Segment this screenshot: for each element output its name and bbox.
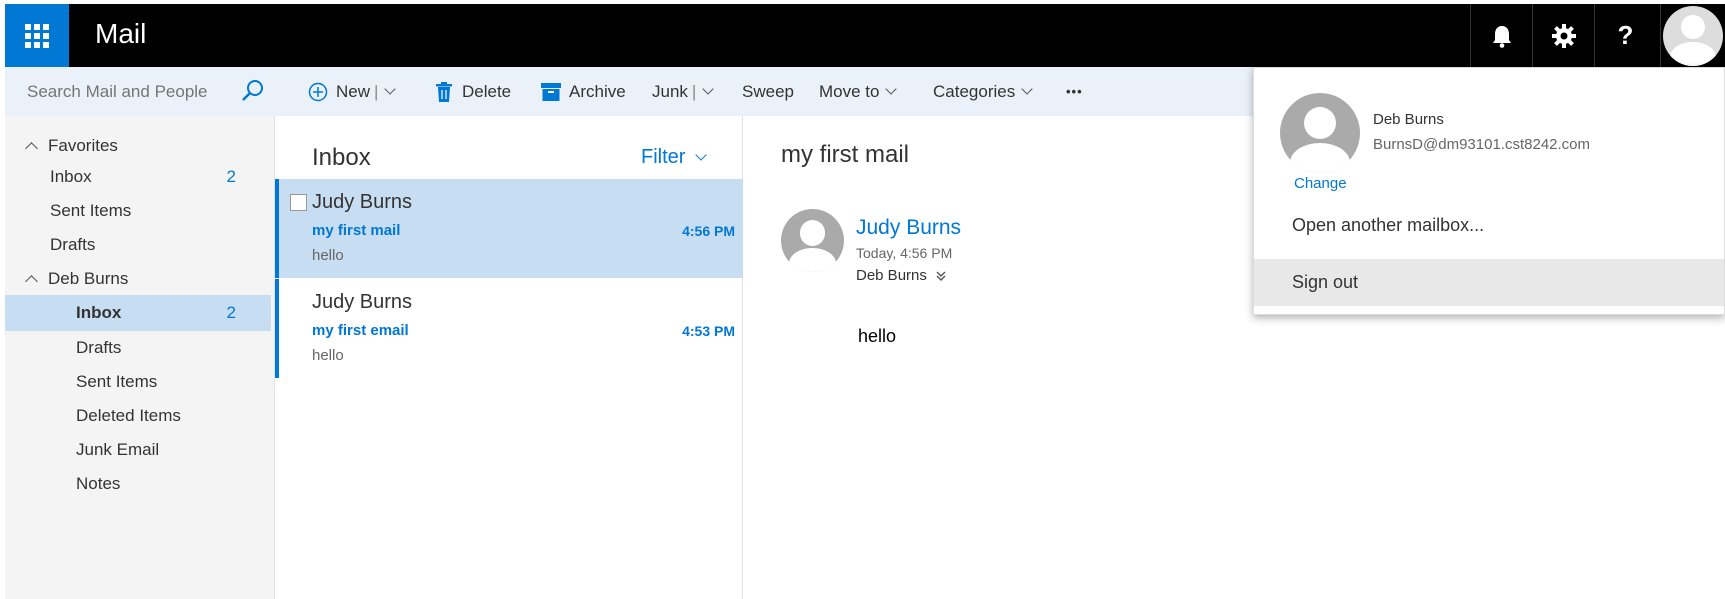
junk-button[interactable]: Junk |: [652, 67, 715, 116]
sidebar-item-sent-items[interactable]: Sent Items: [5, 364, 271, 400]
categories-label: Categories: [933, 81, 1016, 101]
junk-label: Junk: [652, 81, 688, 101]
sidebar-item-drafts[interactable]: Drafts: [5, 330, 271, 366]
double-chevron-down-icon[interactable]: [935, 270, 947, 282]
app-title: Mail: [95, 18, 147, 49]
new-label: New: [336, 81, 371, 101]
archive-label: Archive: [569, 81, 626, 101]
filter-label: Filter: [641, 146, 686, 168]
message-time: 4:53 PM: [682, 323, 735, 339]
account-email: BurnsD@dm93101.cst8242.com: [1373, 136, 1591, 153]
trash-icon: [436, 81, 452, 102]
sender-avatar: [781, 209, 844, 272]
recipient-name: Deb Burns: [856, 267, 927, 284]
divider: |: [691, 81, 697, 101]
question-icon: ?: [1617, 20, 1634, 50]
message-sender: Judy Burns: [312, 291, 413, 313]
plus-circle-icon: [308, 82, 328, 101]
app-launcher-button[interactable]: [5, 4, 69, 67]
chevron-down-icon: [885, 83, 898, 95]
chevron-down-icon[interactable]: [384, 83, 397, 95]
unread-count: 2: [226, 303, 236, 322]
sign-out-item[interactable]: Sign out: [1254, 259, 1724, 306]
change-photo-link[interactable]: Change: [1294, 175, 1347, 192]
recipients[interactable]: Deb Burns: [856, 267, 947, 284]
sidebar-item-label: Drafts: [50, 235, 96, 254]
account-name: Deb Burns: [1373, 111, 1444, 128]
unread-count: 2: [226, 167, 236, 186]
message-subject: my first email: [312, 322, 409, 339]
message-subject: my first mail: [312, 222, 401, 239]
sidebar-item-notes[interactable]: Notes: [5, 466, 271, 502]
sidebar-item-inbox[interactable]: Inbox 2: [5, 295, 271, 331]
waffle-icon: [25, 23, 49, 48]
account-folders-header[interactable]: Deb Burns: [5, 261, 271, 297]
account-label: Deb Burns: [48, 269, 129, 288]
more-button[interactable]: •••: [1066, 67, 1083, 116]
favorites-label: Favorites: [48, 136, 118, 155]
message-item[interactable]: Judy Burns my first email 4:53 PM hello: [275, 279, 743, 378]
filter-button[interactable]: Filter: [641, 146, 708, 169]
search-icon[interactable]: [241, 79, 265, 103]
sidebar-item-favorites-inbox[interactable]: Inbox 2: [5, 159, 271, 195]
account-avatar: [1280, 93, 1360, 173]
archive-icon: [541, 82, 561, 101]
sidebar-item-label: Inbox: [76, 303, 122, 322]
message-preview: hello: [312, 247, 344, 264]
sender-name-link[interactable]: Judy Burns: [856, 216, 961, 240]
message-date: Today, 4:56 PM: [856, 245, 953, 261]
sidebar-item-label: Junk Email: [76, 440, 160, 459]
move-to-label: Move to: [819, 81, 880, 101]
more-icon: •••: [1066, 84, 1083, 99]
settings-button[interactable]: [1532, 4, 1594, 67]
chevron-down-icon[interactable]: [702, 83, 715, 95]
message-sender: Judy Burns: [312, 191, 413, 213]
divider: |: [374, 81, 379, 101]
sidebar-item-label: Inbox: [50, 167, 92, 186]
new-button[interactable]: New |: [308, 67, 397, 116]
sidebar-item-label: Sent Items: [76, 372, 158, 391]
account-menu: Change Deb Burns BurnsD@dm93101.cst8242.…: [1253, 67, 1725, 315]
top-bar: Mail ?: [5, 4, 1725, 67]
sidebar-item-label: Drafts: [76, 338, 122, 357]
search-input[interactable]: [27, 81, 227, 102]
sidebar-item-deleted-items[interactable]: Deleted Items: [5, 398, 271, 434]
sidebar-item-label: Deleted Items: [76, 406, 181, 425]
message-subject-heading: my first mail: [781, 141, 909, 168]
move-to-button[interactable]: Move to: [819, 67, 898, 116]
open-another-mailbox-item[interactable]: Open another mailbox...: [1254, 202, 1724, 248]
sidebar-item-favorites-drafts[interactable]: Drafts: [5, 227, 271, 263]
sidebar-item-junk-email[interactable]: Junk Email: [5, 432, 271, 468]
folder-pane: Favorites Inbox 2 Sent Items Drafts Deb …: [5, 116, 275, 599]
account-avatar-button[interactable]: [1660, 4, 1725, 67]
select-checkbox[interactable]: [290, 194, 307, 211]
chevron-down-icon: [1021, 83, 1033, 95]
chevron-up-icon: [25, 141, 38, 155]
sidebar-item-favorites-sent-items[interactable]: Sent Items: [5, 193, 271, 229]
sweep-button[interactable]: Sweep: [742, 67, 794, 116]
avatar: [1663, 5, 1723, 66]
categories-button[interactable]: Categories: [933, 67, 1033, 116]
bell-icon: [1492, 25, 1511, 48]
sweep-label: Sweep: [742, 81, 794, 101]
message-body: hello: [858, 326, 897, 346]
delete-label: Delete: [462, 81, 512, 101]
list-title: Inbox: [312, 144, 371, 171]
message-preview: hello: [312, 347, 344, 364]
chevron-up-icon: [25, 274, 38, 288]
message-list: Inbox Filter Judy Burns my first mail 4:…: [275, 116, 743, 599]
search-box: [5, 67, 275, 116]
delete-button[interactable]: Delete: [435, 67, 511, 116]
chevron-down-icon: [695, 149, 708, 161]
message-time: 4:56 PM: [682, 223, 735, 239]
message-item[interactable]: Judy Burns my first mail 4:56 PM hello: [275, 179, 743, 278]
notifications-button[interactable]: [1470, 4, 1532, 67]
help-button[interactable]: ?: [1594, 4, 1656, 67]
gear-icon: [1551, 23, 1576, 48]
archive-button[interactable]: Archive: [541, 67, 626, 116]
sidebar-item-label: Sent Items: [50, 201, 132, 220]
sidebar-item-label: Notes: [76, 474, 121, 493]
